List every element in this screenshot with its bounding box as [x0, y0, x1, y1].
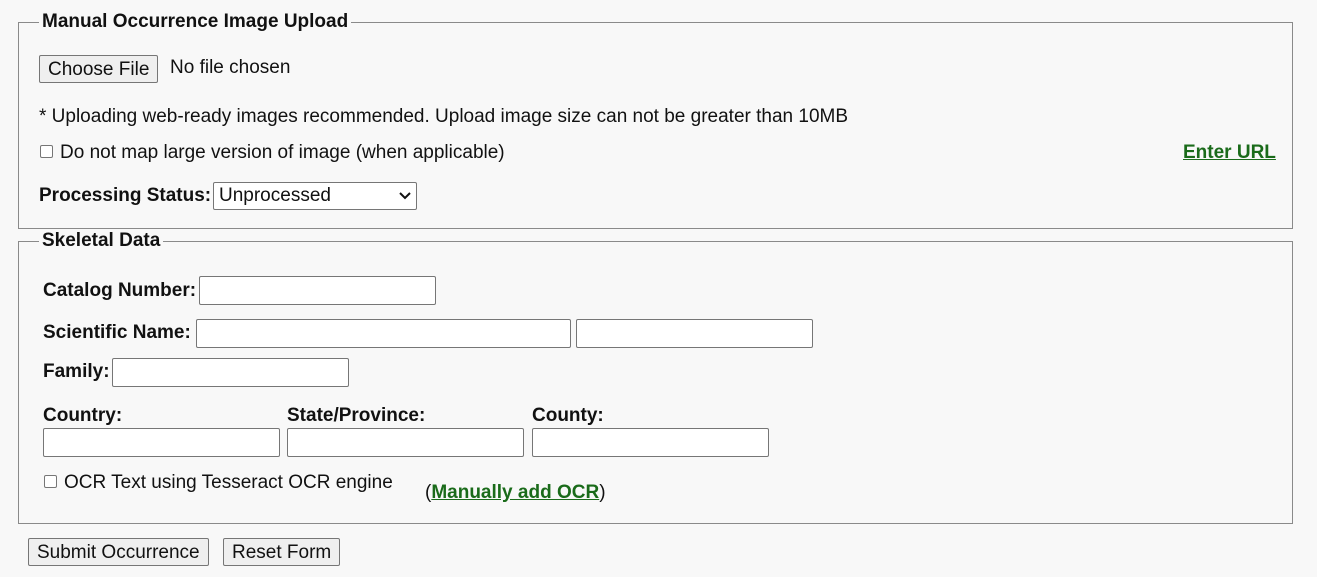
state-province-label: State/Province:	[287, 405, 426, 426]
manual-ocr-wrapper: (Manually add OCR)	[425, 482, 606, 504]
manually-add-ocr-link[interactable]: Manually add OCR	[431, 482, 599, 503]
file-status-text: No file chosen	[170, 57, 291, 78]
state-province-input[interactable]	[287, 428, 524, 457]
choose-file-button[interactable]: Choose File	[39, 55, 159, 83]
skeletal-data-legend: Skeletal Data	[39, 230, 164, 252]
ocr-checkbox-label: OCR Text using Tesseract OCR engine	[64, 472, 393, 493]
ocr-checkbox[interactable]	[44, 475, 57, 488]
county-input[interactable]	[532, 428, 769, 457]
family-input[interactable]	[112, 358, 349, 387]
catalog-number-input[interactable]	[199, 276, 436, 305]
no-large-image-label: Do not map large version of image (when …	[60, 142, 505, 163]
processing-status-select[interactable]: Unprocessed	[213, 182, 417, 210]
processing-status-value: Unprocessed	[219, 185, 331, 206]
family-label: Family:	[43, 361, 110, 382]
scientific-name-input[interactable]	[196, 319, 571, 348]
submit-occurrence-button[interactable]: Submit Occurrence	[28, 538, 209, 566]
scientific-name-label: Scientific Name:	[43, 322, 191, 343]
enter-url-link[interactable]: Enter URL	[1183, 142, 1276, 164]
upload-size-note: * Uploading web-ready images recommended…	[39, 106, 849, 127]
catalog-number-label: Catalog Number:	[43, 280, 197, 301]
scientific-author-input[interactable]	[576, 319, 813, 348]
processing-status-label: Processing Status:	[39, 185, 212, 206]
manual-ocr-close-paren: )	[599, 482, 606, 503]
chevron-down-icon	[399, 192, 411, 200]
image-upload-legend: Manual Occurrence Image Upload	[39, 11, 352, 33]
skeletal-data-fieldset: Skeletal Data Catalog Number: Scientific…	[18, 230, 1293, 524]
reset-form-button[interactable]: Reset Form	[223, 538, 341, 566]
image-upload-fieldset: Manual Occurrence Image Upload Choose Fi…	[18, 11, 1293, 229]
no-large-image-checkbox[interactable]	[40, 145, 53, 158]
country-input[interactable]	[43, 428, 280, 457]
country-label: Country:	[43, 405, 123, 426]
county-label: County:	[532, 405, 604, 426]
